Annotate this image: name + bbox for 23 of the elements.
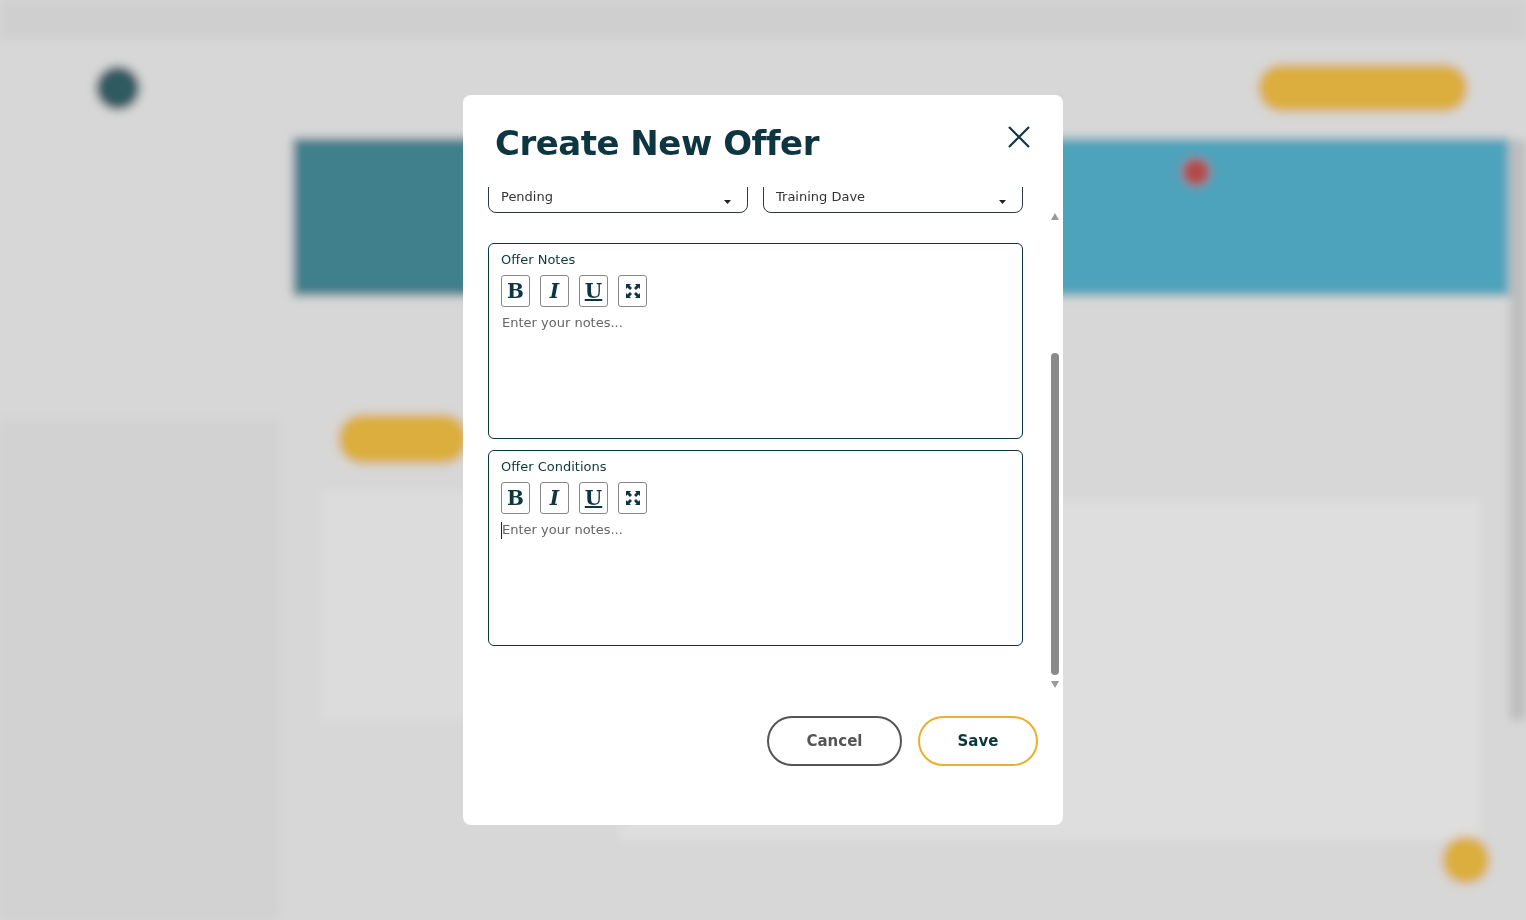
bold-button[interactable]: B	[501, 275, 530, 307]
italic-button[interactable]: I	[540, 275, 569, 307]
underline-button[interactable]: U	[579, 275, 608, 307]
editor-label: Offer Notes	[501, 252, 577, 267]
dropdown[interactable]: Training Dave	[763, 187, 1023, 213]
placeholder-text: Enter your notes...	[502, 522, 623, 537]
underline-button[interactable]: U	[579, 482, 608, 514]
dropdown[interactable]: Pending	[488, 187, 748, 213]
rich-text-editor[interactable]: Offer Conditions B I U Enter your notes...	[488, 450, 1023, 646]
rich-text-editor[interactable]: Offer Notes B I U Enter your notes...	[488, 243, 1023, 439]
save-button[interactable]: Save	[918, 716, 1038, 766]
expand-icon	[625, 491, 640, 505]
expand-icon	[625, 284, 640, 298]
caret-icon	[999, 200, 1006, 204]
placeholder-text: Enter your notes...	[502, 315, 623, 330]
editor-label: Offer Conditions	[501, 459, 608, 474]
dialog-title: Create New Offer	[495, 123, 819, 163]
fullscreen-button[interactable]	[618, 482, 647, 514]
cancel-button[interactable]: Cancel	[767, 716, 902, 766]
fullscreen-button[interactable]	[618, 275, 647, 307]
italic-button[interactable]: I	[540, 482, 569, 514]
caret-icon	[724, 200, 731, 204]
bold-button[interactable]: B	[501, 482, 530, 514]
